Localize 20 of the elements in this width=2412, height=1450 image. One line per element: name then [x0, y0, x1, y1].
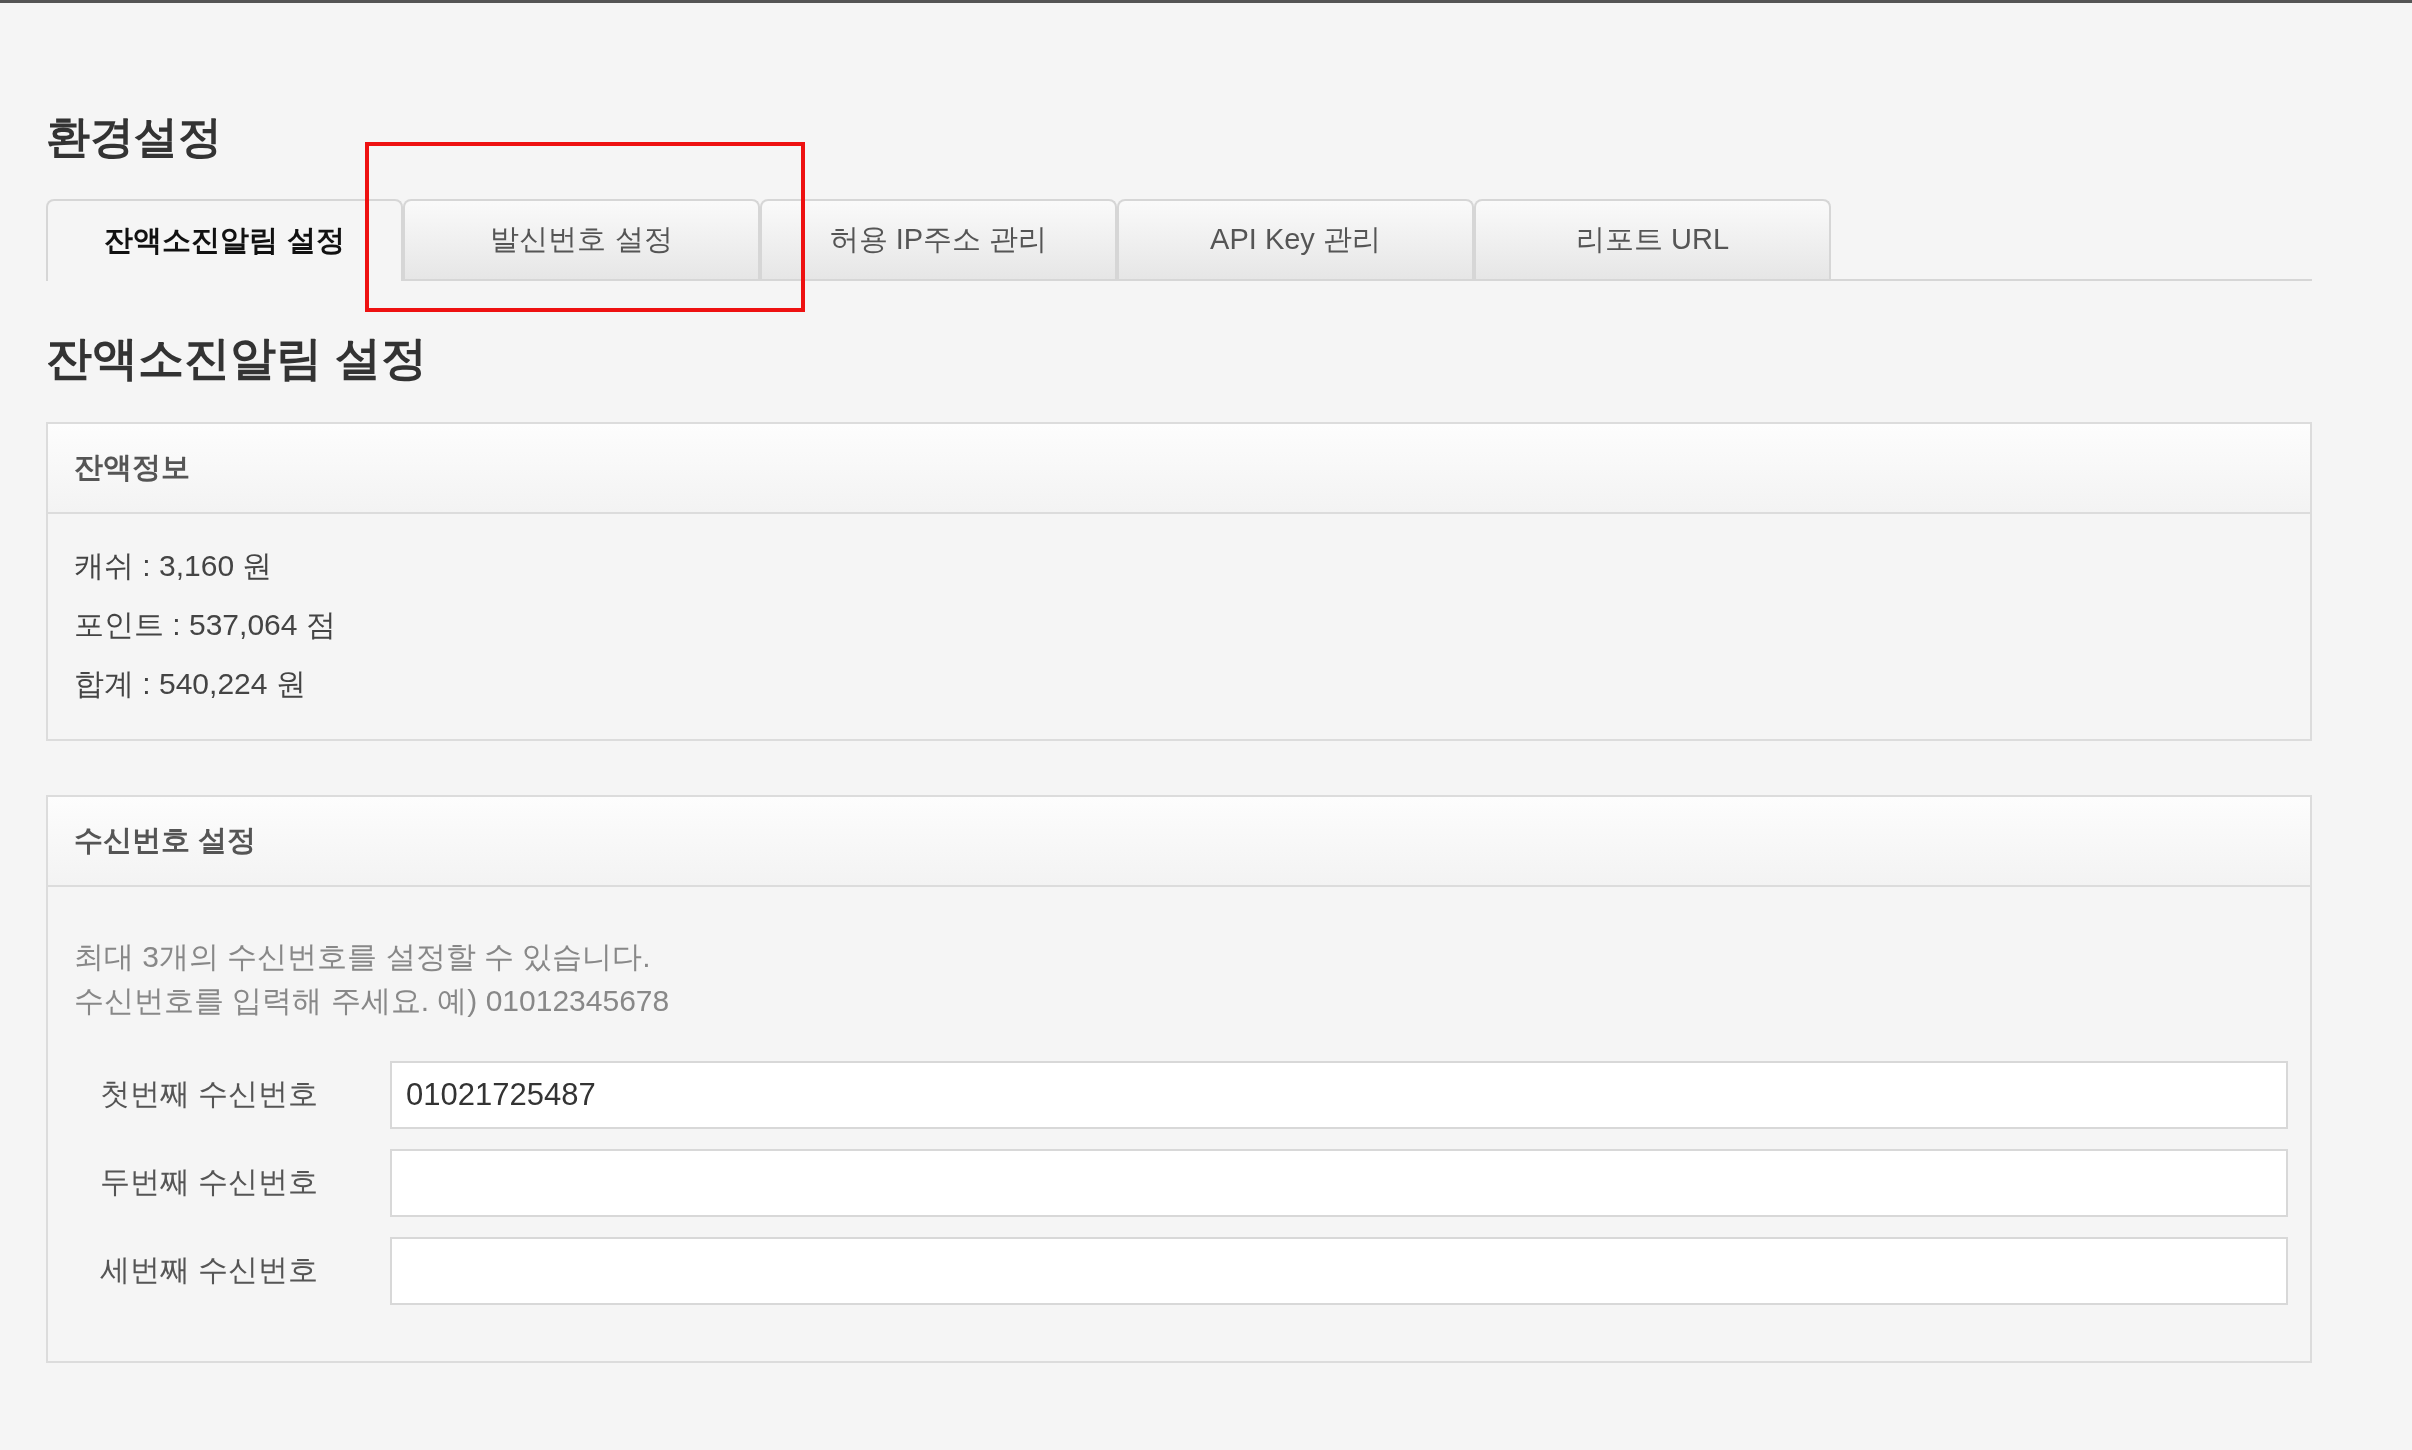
tab[interactable]: 발신번호 설정: [403, 199, 760, 279]
field-label: 세번째 수신번호: [99, 1252, 320, 1289]
input-field[interactable]: [390, 1148, 2288, 1217]
panel-title: 수신번호 설정: [74, 822, 257, 858]
section-title: 잔액소진알림 설정: [46, 333, 428, 384]
field-label: 첫번째 수신번호: [99, 1076, 320, 1113]
balance-line: 캐쉬 : 3,160 원: [74, 547, 274, 584]
tab[interactable]: API Key 관리: [1117, 199, 1474, 279]
balance-line: 합계 : 540,224 원: [74, 665, 307, 702]
input-field[interactable]: 01021725487: [390, 1060, 2288, 1129]
page-title: 환경설정: [46, 115, 223, 159]
tab[interactable]: 리포트 URL: [1474, 199, 1831, 279]
tab[interactable]: 잔액소진알림 설정: [46, 199, 403, 281]
hint-text: 최대 3개의 수신번호를 설정할 수 있습니다.: [74, 938, 652, 975]
balance-line: 포인트 : 537,064 점: [74, 606, 337, 643]
hint-text: 수신번호를 입력해 주세요. 예) 01012345678: [74, 982, 671, 1019]
field-label: 두번째 수신번호: [99, 1164, 320, 1201]
panel-title: 잔액정보: [74, 449, 190, 485]
tab[interactable]: 허용 IP주소 관리: [760, 199, 1117, 279]
input-field[interactable]: [390, 1236, 2288, 1305]
